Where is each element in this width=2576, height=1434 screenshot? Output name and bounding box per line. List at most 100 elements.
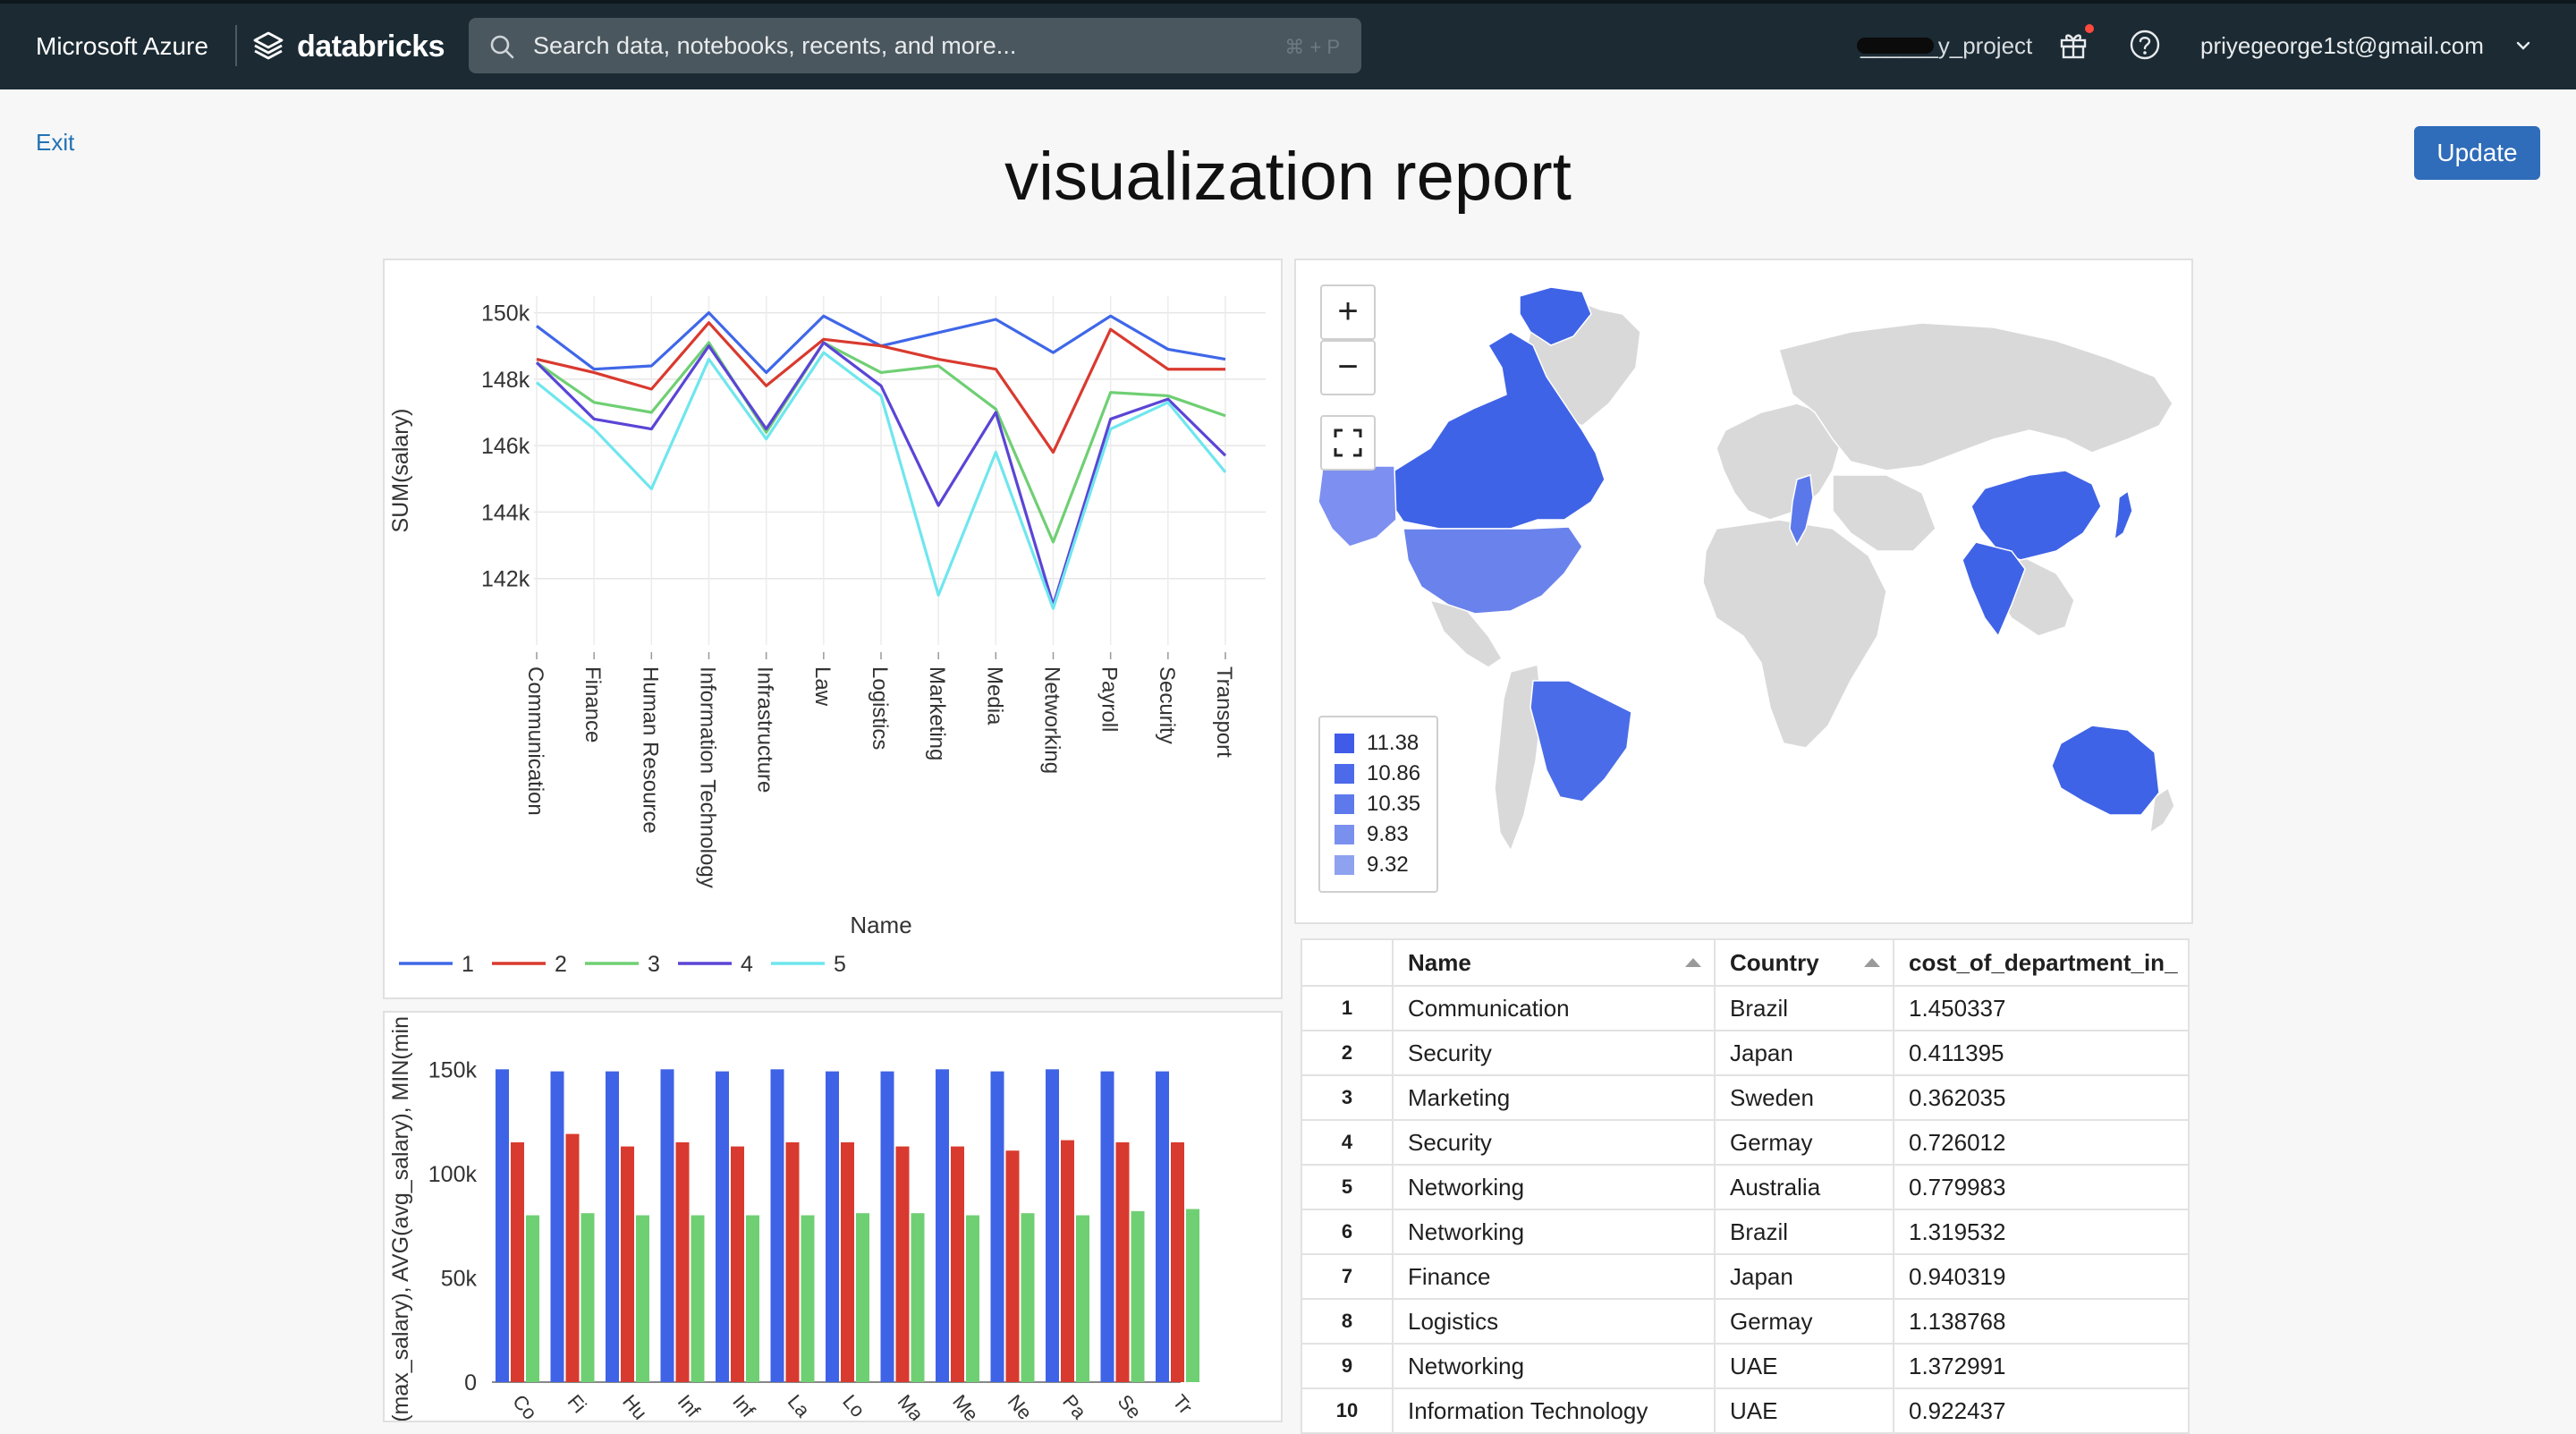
row-index-cell: 8 xyxy=(1301,1298,1394,1345)
map-legend-swatch xyxy=(1335,855,1354,875)
bar xyxy=(1100,1071,1114,1382)
zoom-in-button[interactable]: + xyxy=(1320,284,1376,340)
zoom-out-button[interactable]: − xyxy=(1320,340,1376,395)
bar xyxy=(526,1215,539,1382)
country-cell: Japan xyxy=(1714,1253,1894,1300)
country-cell: Germay xyxy=(1714,1298,1894,1345)
x-tick-label: Ma xyxy=(894,1390,928,1422)
user-menu[interactable]: priyegeorge1st@gmail.com xyxy=(2200,30,2484,61)
bar xyxy=(1005,1150,1020,1382)
bar xyxy=(660,1069,674,1382)
x-tick-label: Ne xyxy=(1004,1390,1037,1422)
legend-label: 4 xyxy=(741,952,753,977)
table-row[interactable]: 6 Networking Brazil 1.319532 xyxy=(1301,1209,2190,1255)
fullscreen-button[interactable] xyxy=(1320,415,1376,471)
legend-label: 2 xyxy=(555,952,567,977)
column-header-cost[interactable]: cost_of_department_in_ xyxy=(1893,938,2190,987)
name-cell: Security xyxy=(1392,1030,1716,1076)
bar xyxy=(770,1069,784,1382)
bar xyxy=(1061,1140,1074,1382)
table-header-row: Name Country cost_of_department_in_ xyxy=(1301,938,2190,987)
table-row[interactable]: 9 Networking UAE 1.372991 xyxy=(1301,1343,2190,1389)
databricks-brand[interactable]: databricks xyxy=(252,27,445,66)
x-tick-label: Information Technology xyxy=(696,666,720,888)
fullscreen-icon xyxy=(1334,429,1362,457)
table-row[interactable]: 10 Information Technology UAE 0.922437 xyxy=(1301,1387,2190,1434)
databricks-logo-icon xyxy=(253,31,284,60)
x-tick-label: Hu xyxy=(618,1390,651,1422)
name-cell: Information Technology xyxy=(1392,1387,1716,1434)
search-bar[interactable]: Search data, notebooks, recents, and mor… xyxy=(469,18,1361,73)
bar xyxy=(936,1069,949,1382)
bar xyxy=(1156,1071,1169,1382)
column-header-name[interactable]: Name xyxy=(1392,938,1716,987)
bar xyxy=(636,1215,649,1382)
line-chart: 142k 144k 146k 148k 150k Communication Finance… xyxy=(388,296,1266,977)
column-header-country[interactable]: Country xyxy=(1714,938,1894,987)
x-tick-label: Co xyxy=(508,1390,541,1422)
table-row[interactable]: 7 Finance Japan 0.940319 xyxy=(1301,1253,2190,1300)
table-row[interactable]: 8 Logistics Germay 1.138768 xyxy=(1301,1298,2190,1345)
row-index-cell: 7 xyxy=(1301,1253,1394,1300)
bar xyxy=(785,1141,800,1382)
microsoft-azure-brand[interactable]: Microsoft Azure xyxy=(36,29,208,64)
table-row[interactable]: 2 Security Japan 0.411395 xyxy=(1301,1030,2190,1076)
column-header-label: Name xyxy=(1408,948,1471,976)
page-title: visualization report xyxy=(1004,139,1572,215)
chevron-down-icon[interactable] xyxy=(2515,39,2531,52)
bar xyxy=(801,1215,815,1382)
sort-ascending-icon[interactable] xyxy=(1862,956,1882,969)
map-legend-swatch xyxy=(1335,734,1354,753)
table-row[interactable]: 5 Networking Australia 0.779983 xyxy=(1301,1164,2190,1210)
name-cell: Marketing xyxy=(1392,1074,1716,1121)
y-axis-label: SUM(salary) xyxy=(388,409,413,533)
name-cell: Finance xyxy=(1392,1253,1716,1300)
name-cell: Logistics xyxy=(1392,1298,1716,1345)
map-legend-label: 11.38 xyxy=(1367,731,1419,755)
x-tick-label: Se xyxy=(1114,1390,1146,1422)
help-icon[interactable] xyxy=(2129,29,2161,61)
bar xyxy=(895,1146,910,1382)
cost-cell: 1.450337 xyxy=(1893,985,2190,1031)
bar xyxy=(966,1215,979,1382)
bar xyxy=(1076,1215,1089,1382)
map-legend-label: 10.86 xyxy=(1367,761,1421,785)
x-tick-label: Transport xyxy=(1212,666,1236,758)
search-placeholder: Search data, notebooks, recents, and mor… xyxy=(533,32,1017,59)
x-tick-label: Logistics xyxy=(868,666,892,750)
map-legend-item: 11.38 xyxy=(1335,728,1436,759)
line-chart-panel: 142k 144k 146k 148k 150k Communication Finance… xyxy=(383,259,1283,999)
name-cell: Communication xyxy=(1392,985,1716,1031)
table-row[interactable]: 4 Security Germay 0.726012 xyxy=(1301,1119,2190,1166)
update-button[interactable]: Update xyxy=(2414,126,2540,180)
y-tick-label: 150k xyxy=(428,1057,478,1082)
row-index-cell: 6 xyxy=(1301,1209,1394,1255)
x-tick-label: Payroll xyxy=(1097,666,1122,732)
x-tick-label: Inf xyxy=(728,1390,759,1421)
sort-ascending-icon[interactable] xyxy=(1683,956,1703,969)
map-legend-item: 9.83 xyxy=(1335,819,1436,850)
map-legend-label: 10.35 xyxy=(1367,792,1421,816)
table-row[interactable]: 3 Marketing Sweden 0.362035 xyxy=(1301,1074,2190,1121)
bar xyxy=(565,1133,580,1382)
bar xyxy=(731,1146,744,1382)
map-legend-swatch xyxy=(1335,794,1354,814)
gift-icon[interactable] xyxy=(2057,29,2089,61)
map-legend-label: 9.83 xyxy=(1367,822,1409,846)
bar xyxy=(580,1213,595,1382)
map-legend-item: 9.32 xyxy=(1335,850,1436,880)
country-cell: Sweden xyxy=(1714,1074,1894,1121)
row-index-cell: 1 xyxy=(1301,985,1394,1031)
redaction-mark xyxy=(1857,38,1934,54)
map-legend-label: 9.32 xyxy=(1367,853,1409,877)
x-tick-label: Marketing xyxy=(925,666,949,760)
bar xyxy=(511,1141,524,1382)
map-region-alaska xyxy=(1318,465,1397,547)
bar xyxy=(675,1141,690,1382)
map-region-japan xyxy=(2114,489,2133,541)
map-region-africa xyxy=(1702,519,1887,749)
table-row[interactable]: 1 Communication Brazil 1.450337 xyxy=(1301,985,2190,1031)
bar xyxy=(1021,1213,1035,1382)
column-header-label: Country xyxy=(1730,948,1819,976)
x-tick-label: Fi xyxy=(564,1390,591,1417)
